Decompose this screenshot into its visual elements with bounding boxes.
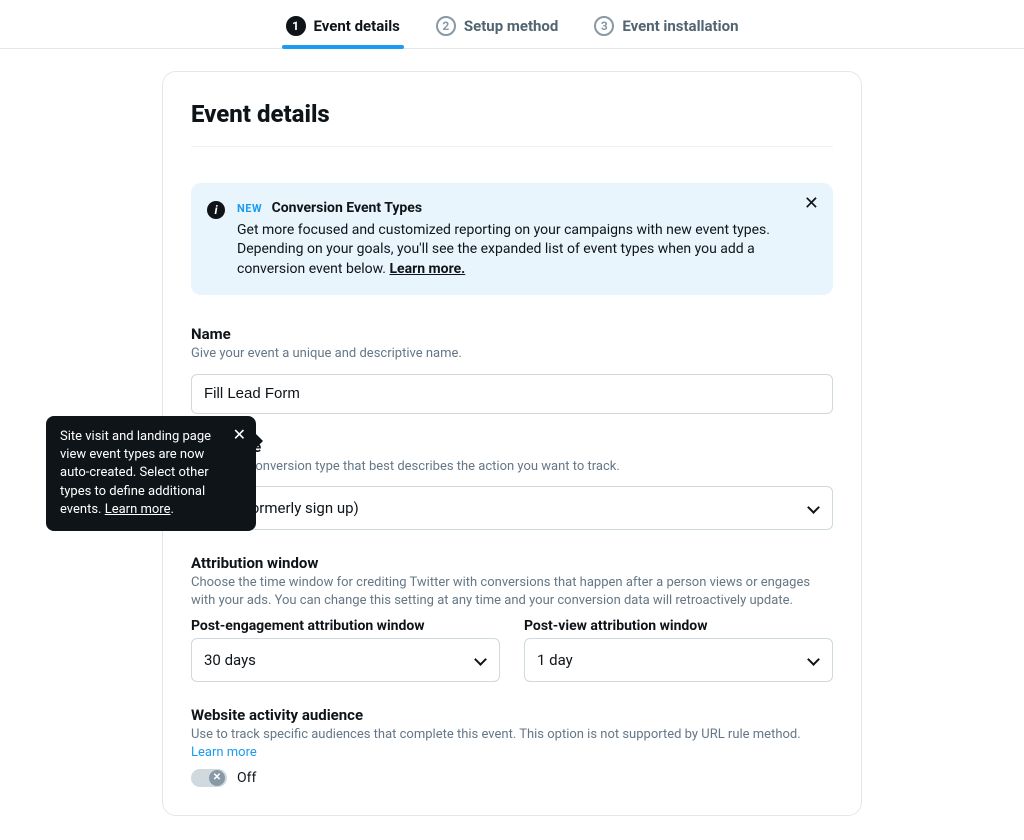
event-details-card: Event details i NEW Conversion Event Typ… [162,71,862,816]
attribution-sublabel: Choose the time window for crediting Twi… [191,574,833,610]
chevron-down-icon [808,502,820,514]
chevron-down-icon [808,654,820,666]
tooltip-period: . [171,502,174,517]
post-view-label: Post-view attribution window [524,618,833,634]
event-type-group: Event type Choose a conversion type that… [191,438,833,530]
name-label: Name [191,325,833,343]
post-view-value: 1 day [537,651,573,669]
audience-toggle[interactable]: ✕ [191,769,227,787]
step-number-1: 1 [286,16,306,36]
step-number-2: 2 [436,16,456,36]
close-icon[interactable]: ✕ [804,195,819,213]
banner-learn-more-link[interactable]: Learn more. [389,261,465,277]
step-event-details[interactable]: 1 Event details [282,10,404,48]
step-setup-method[interactable]: 2 Setup method [432,10,562,48]
step-label: Setup method [464,17,558,35]
close-icon[interactable]: ✕ [233,424,246,446]
event-type-label: Event type [191,438,833,456]
audience-label: Website activity audience [191,706,833,724]
name-sublabel: Give your event a unique and descriptive… [191,345,833,363]
name-input[interactable] [191,374,833,414]
banner-description: Get more focused and customized reportin… [237,222,770,277]
audience-group: Website activity audience Use to track s… [191,706,833,786]
name-group: Name Give your event a unique and descri… [191,325,833,413]
post-engagement-value: 30 days [204,651,256,669]
post-view-select[interactable]: 1 day [524,638,833,682]
banner-title: Conversion Event Types [272,200,423,216]
info-icon: i [207,201,225,219]
info-banner: i NEW Conversion Event Types Get more fo… [191,183,833,295]
event-type-select[interactable]: Lead (formerly sign up) [191,486,833,530]
post-engagement-label: Post-engagement attribution window [191,618,500,634]
step-number-3: 3 [594,16,614,36]
audience-toggle-value: Off [237,770,256,786]
step-label: Event details [314,17,400,35]
page-title: Event details [191,100,833,147]
audience-learn-more-link[interactable]: Learn more [191,745,257,760]
step-event-installation[interactable]: 3 Event installation [590,10,742,48]
toggle-off-icon: ✕ [209,770,225,786]
event-type-sublabel: Choose a conversion type that best descr… [191,458,833,476]
attribution-group: Attribution window Choose the time windo… [191,554,833,682]
event-type-tooltip: Site visit and landing page view event t… [46,416,256,531]
stepper: 1 Event details 2 Setup method 3 Event i… [0,0,1024,49]
post-engagement-select[interactable]: 30 days [191,638,500,682]
step-label: Event installation [622,17,738,35]
chevron-down-icon [475,654,487,666]
banner-new-tag: NEW [237,202,262,215]
attribution-label: Attribution window [191,554,833,572]
tooltip-learn-more-link[interactable]: Learn more [105,502,171,517]
audience-sublabel: Use to track specific audiences that com… [191,727,801,742]
